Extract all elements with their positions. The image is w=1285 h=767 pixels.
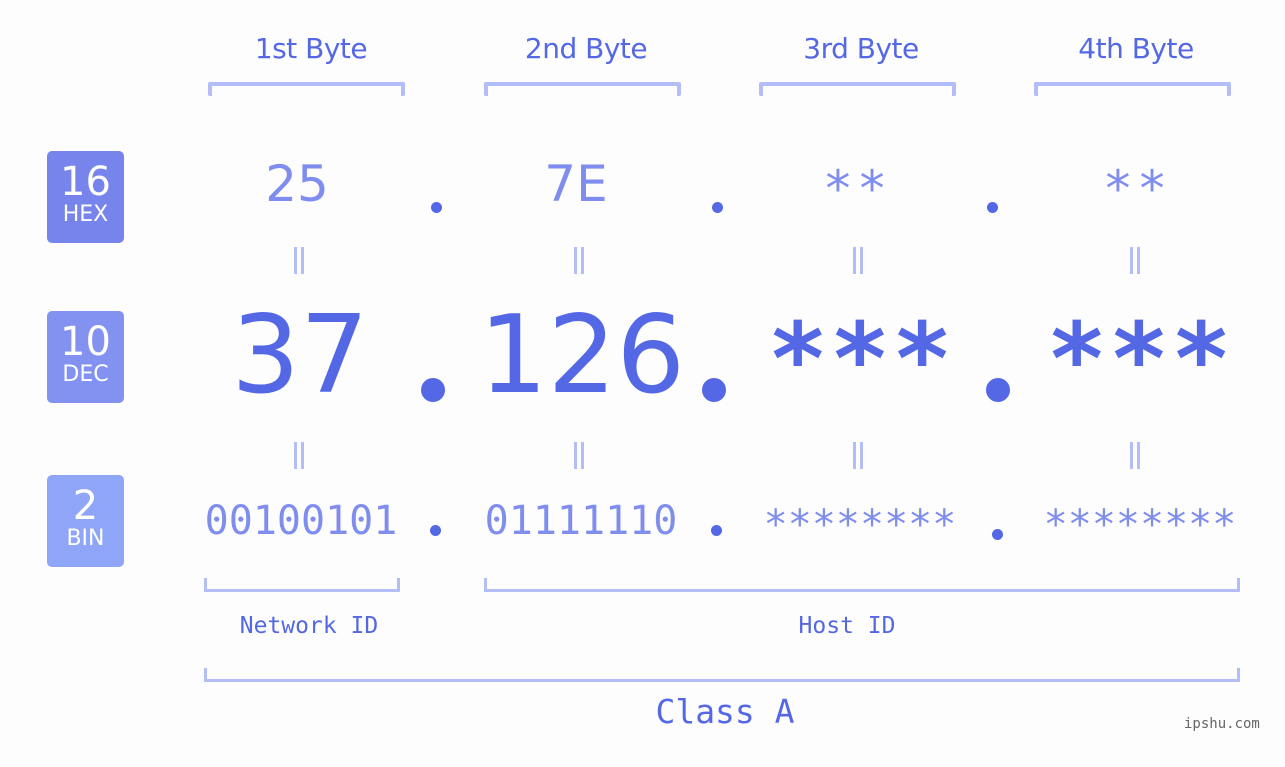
dec-separator-dot [702,378,726,402]
byte-bracket-2 [484,82,681,96]
byte-header-4: 4th Byte [1078,32,1194,65]
host-id-bracket [484,578,1240,592]
byte-bracket-3 [759,82,956,96]
hex-badge: 16 HEX [47,151,124,243]
bin-separator-dot [430,525,441,536]
hex-byte-3: ** [822,160,892,218]
hex-byte-4: ** [1102,160,1172,218]
dec-byte-2: 126 [478,293,686,418]
bin-badge: 2 BIN [47,475,124,567]
hex-byte-1: 25 [265,155,329,213]
bin-badge-base: 2 [72,483,99,529]
network-id-label: Network ID [239,613,379,639]
bin-separator-dot [711,525,722,536]
bin-byte-4: ******** [1043,502,1237,548]
class-label: Class A [655,692,795,731]
dec-badge-base: 10 [60,319,111,365]
equals-icon [850,442,866,469]
hex-byte-2: 7E [544,155,608,213]
class-bracket [204,668,1240,682]
dec-badge-label: DEC [62,362,109,387]
byte-header-1: 1st Byte [254,32,368,65]
dec-byte-3: *** [767,301,955,418]
dec-byte-4: *** [1046,301,1234,418]
equals-icon [571,442,587,469]
dec-separator-dot [986,378,1010,402]
hex-badge-base: 16 [60,159,111,205]
bin-byte-2: 01111110 [484,498,678,544]
byte-header-3: 3rd Byte [803,32,919,65]
hex-separator-dot [987,202,998,213]
equals-icon [571,247,587,274]
byte-bracket-4 [1034,82,1231,96]
hex-separator-dot [712,202,723,213]
byte-header-2: 2nd Byte [524,32,648,65]
hex-badge-label: HEX [62,202,109,227]
dec-separator-dot [421,378,445,402]
equals-icon [1127,442,1143,469]
dec-byte-1: 37 [231,293,369,418]
equals-icon [1127,247,1143,274]
bin-byte-1: 00100101 [204,498,398,544]
equals-icon [850,247,866,274]
watermark: ipshu.com [1184,716,1260,732]
equals-icon [291,442,307,469]
bin-separator-dot [992,529,1003,540]
dec-badge: 10 DEC [47,311,124,403]
byte-bracket-1 [208,82,405,96]
equals-icon [291,247,307,274]
bin-byte-3: ******** [763,502,957,548]
host-id-label: Host ID [798,613,896,639]
bin-badge-label: BIN [66,526,105,551]
network-id-bracket [204,578,400,592]
hex-separator-dot [431,202,442,213]
